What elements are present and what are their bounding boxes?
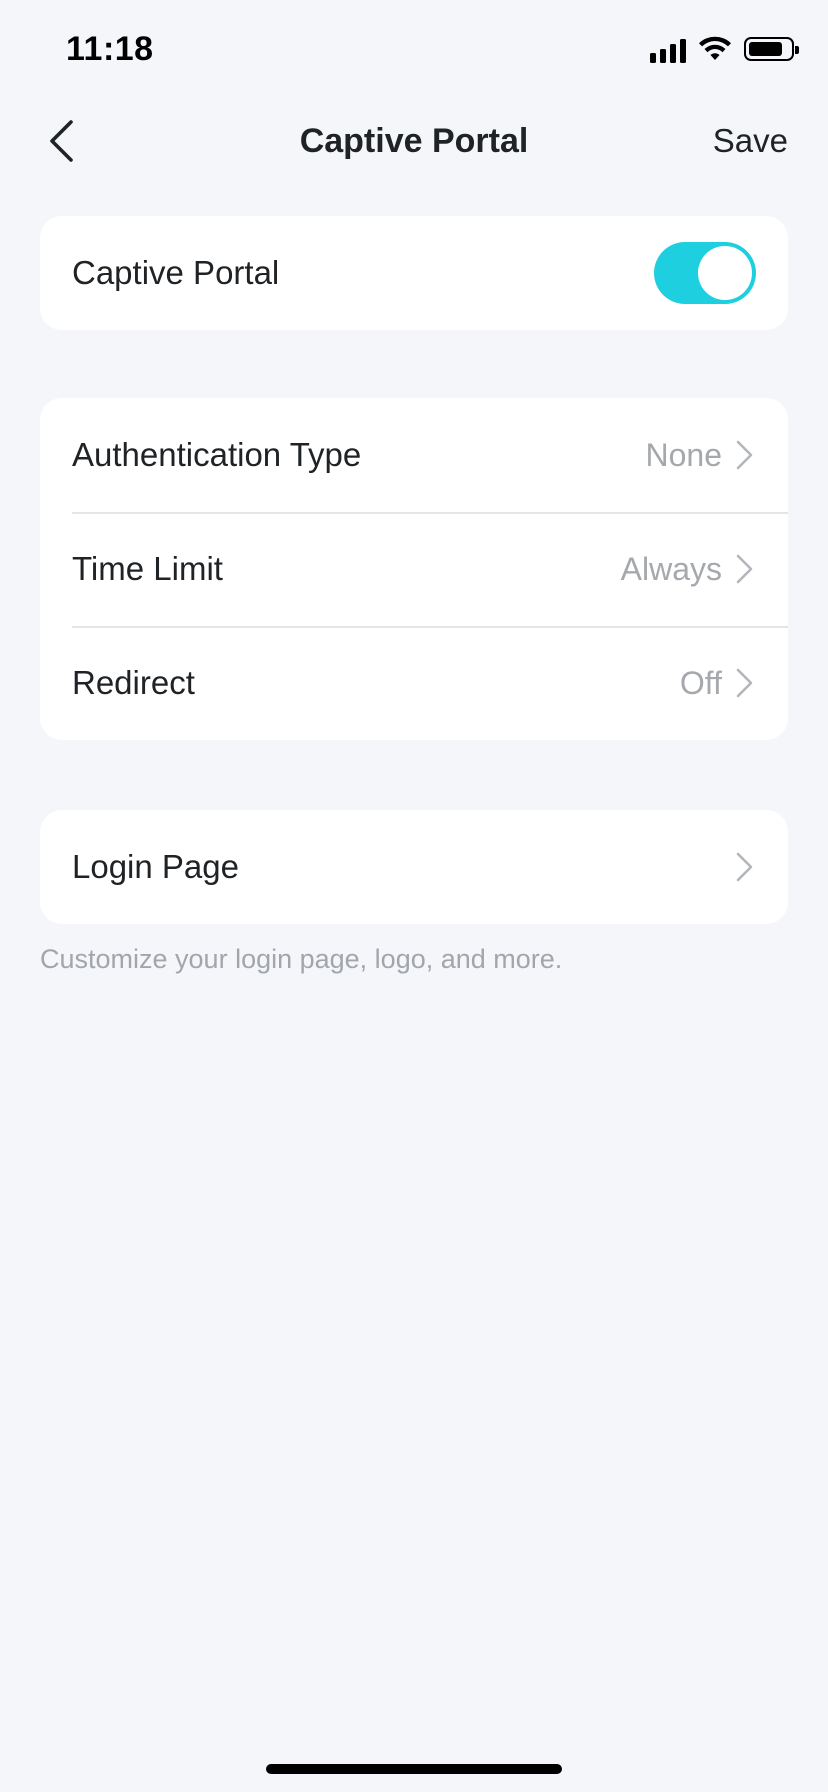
login-page-label: Login Page — [72, 848, 239, 885]
authentication-type-row[interactable]: Authentication Type None — [40, 398, 788, 512]
redirect-row[interactable]: Redirect Off — [40, 626, 788, 740]
captive-portal-label: Captive Portal — [72, 254, 280, 291]
home-indicator — [266, 1764, 562, 1774]
captive-portal-toggle[interactable] — [654, 242, 756, 304]
settings-card: Authentication Type None Time Limit Alwa… — [40, 398, 788, 740]
nav-bar: Captive Portal Save — [0, 100, 828, 180]
redirect-label: Redirect — [72, 664, 195, 701]
time-limit-value: Always — [620, 550, 722, 587]
chevron-right-icon — [736, 852, 753, 882]
status-icons — [650, 34, 799, 64]
page-title: Captive Portal — [299, 122, 529, 160]
status-time: 11:18 — [66, 30, 154, 68]
chevron-right-icon — [736, 554, 753, 584]
login-page-card: Login Page — [40, 810, 788, 924]
wifi-icon — [699, 36, 731, 60]
redirect-value: Off — [679, 664, 722, 701]
captive-portal-row: Captive Portal — [40, 216, 788, 330]
chevron-right-icon — [736, 440, 753, 470]
divider — [72, 512, 788, 514]
time-limit-row[interactable]: Time Limit Always — [40, 512, 788, 626]
captive-portal-card: Captive Portal — [40, 216, 788, 330]
signal-icon — [650, 35, 686, 63]
time-limit-label: Time Limit — [72, 550, 223, 587]
login-page-hint: Customize your login page, logo, and mor… — [40, 944, 563, 974]
divider — [72, 626, 788, 628]
authentication-type-label: Authentication Type — [72, 436, 362, 473]
battery-icon — [744, 37, 799, 61]
toggle-knob — [698, 246, 752, 300]
status-bar: 11:18 — [0, 0, 828, 100]
save-button[interactable]: Save — [713, 122, 788, 160]
login-page-row[interactable]: Login Page — [40, 810, 788, 924]
authentication-type-value: None — [645, 436, 723, 473]
chevron-right-icon — [736, 668, 753, 698]
